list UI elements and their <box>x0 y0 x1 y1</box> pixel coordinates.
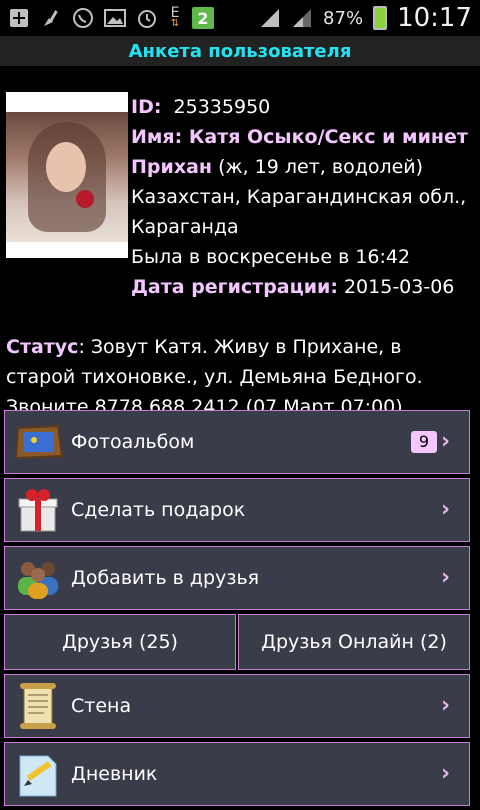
profile-menu: Фотоальбом 9 › Сделать подарок › Добавит… <box>4 410 470 810</box>
wall-label: Стена <box>71 695 132 717</box>
reg-date: 2015-03-06 <box>343 276 455 298</box>
status-bar: E ⇅ 2 87% 10:17 <box>0 0 480 36</box>
reg-label: Дата регистрации: <box>131 276 338 298</box>
photo-count-badge: 9 <box>410 431 437 453</box>
gift-icon <box>11 486 65 534</box>
signal-icon <box>259 7 281 29</box>
friends-row: Друзья (25) Друзья Онлайн (2) <box>4 614 470 670</box>
profile-info: ID: 25335950 Имя: Катя Осыко/Секс и мине… <box>131 92 476 302</box>
photoalbum-button[interactable]: Фотоальбом 9 › <box>4 410 470 474</box>
status-block: Статус: Зовут Катя. Живу в Прихане, в ст… <box>6 332 472 422</box>
rose-icon <box>76 190 94 208</box>
battery-percent: 87% <box>323 7 364 29</box>
battery-icon <box>373 6 388 30</box>
diary-button[interactable]: Дневник › <box>4 742 470 806</box>
image-icon <box>104 7 126 29</box>
page-title-text: Анкета пользователя <box>128 40 352 62</box>
network-arrows-icon: E ⇅ <box>170 5 180 29</box>
friends-label: Друзья (25) <box>62 631 178 653</box>
users-icon <box>11 554 65 602</box>
add-friend-label: Добавить в друзья <box>71 567 260 589</box>
scroll-icon <box>11 682 65 730</box>
chevron-right-icon: › <box>441 429 451 454</box>
whatsapp-icon <box>72 7 94 29</box>
location: Казахстан, Карагандинская обл., Караганд… <box>131 186 467 238</box>
id-value: 25335950 <box>173 96 271 118</box>
photo-image <box>6 112 128 242</box>
wall-button[interactable]: Стена › <box>4 674 470 738</box>
clock: 10:17 <box>397 3 472 33</box>
signal-icon <box>291 7 313 29</box>
profile-photo[interactable] <box>6 92 128 258</box>
demographics: (ж, 19 лет, водолей) <box>218 156 424 178</box>
id-label: ID: <box>131 96 162 118</box>
profile-section: ID: 25335950 Имя: Катя Осыко/Секс и мине… <box>0 66 480 418</box>
gift-button[interactable]: Сделать подарок › <box>4 478 470 542</box>
notification-badge: 2 <box>192 7 214 29</box>
chevron-right-icon: › <box>441 693 451 718</box>
status-label: Статус <box>6 336 79 358</box>
page-title: Анкета пользователя <box>0 36 480 66</box>
add-friend-button[interactable]: Добавить в друзья › <box>4 546 470 610</box>
friends-online-label: Друзья Онлайн (2) <box>261 631 447 653</box>
photo-frame-icon <box>11 418 65 466</box>
last-seen: Была в воскресенье в 16:42 <box>131 246 411 268</box>
friends-online-button[interactable]: Друзья Онлайн (2) <box>238 614 470 670</box>
diary-label: Дневник <box>71 763 158 785</box>
notepad-pencil-icon <box>11 750 65 798</box>
gift-label: Сделать подарок <box>71 499 246 521</box>
alarm-icon <box>136 7 158 29</box>
chevron-right-icon: › <box>441 761 451 786</box>
broom-icon <box>40 7 62 29</box>
chevron-right-icon: › <box>441 497 451 522</box>
chevron-right-icon: › <box>441 565 451 590</box>
photoalbum-label: Фотоальбом <box>71 431 195 453</box>
friends-button[interactable]: Друзья (25) <box>4 614 236 670</box>
plus-icon <box>8 7 30 29</box>
